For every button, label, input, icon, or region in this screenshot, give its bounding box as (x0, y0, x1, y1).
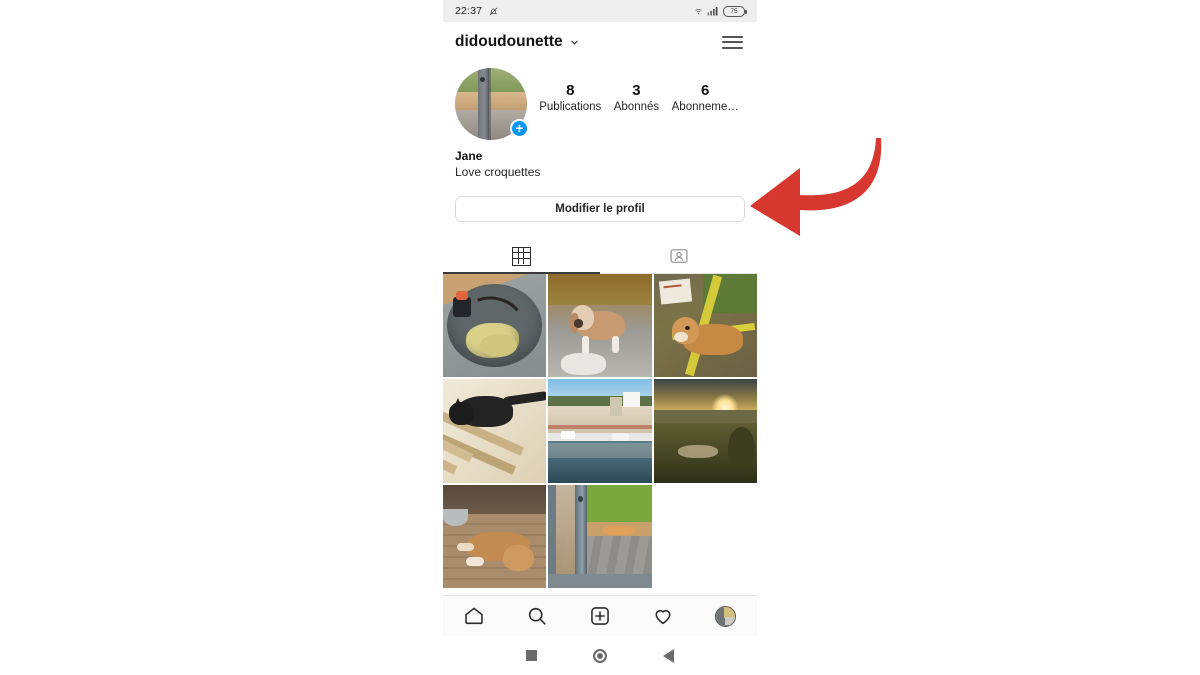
status-time: 22:37 (455, 5, 483, 17)
profile-summary: + 8 Publications 3 Abonnés 6 Abonneme… (443, 62, 757, 140)
edit-profile-button[interactable]: Modifier le profil (455, 196, 745, 222)
post-thumbnail (548, 274, 652, 378)
status-bar-right: 75 (694, 5, 747, 17)
burger-line (722, 35, 743, 38)
wifi-icon (695, 8, 702, 14)
chevron-down-icon (570, 40, 578, 44)
grid-icon (512, 246, 531, 266)
post-thumbnail (548, 379, 652, 483)
posts-grid (443, 274, 757, 589)
grid-post-2[interactable] (548, 274, 652, 378)
tab-tagged[interactable] (600, 239, 757, 273)
bell-muted-icon (489, 7, 498, 15)
hamburger-menu-icon[interactable] (720, 32, 745, 53)
post-thumbnail (653, 274, 757, 378)
search-icon[interactable] (517, 601, 557, 631)
stat-publications[interactable]: 8 Publications (539, 82, 601, 113)
display-name: Jane (455, 149, 483, 163)
tagged-person-icon (669, 249, 688, 263)
avatar[interactable]: + (455, 68, 529, 140)
stat-value: 8 (566, 82, 575, 99)
post-thumbnail (653, 379, 757, 483)
stat-value: 3 (632, 82, 641, 99)
grid-post-1[interactable] (443, 274, 547, 378)
profile-avatar-icon[interactable] (706, 601, 746, 631)
post-thumbnail (548, 484, 652, 589)
post-thumbnail (443, 484, 547, 589)
stat-label: Abonneme… (671, 101, 739, 113)
profile-stats: 8 Publications 3 Abonnés 6 Abonneme… (527, 68, 745, 113)
recents-button[interactable] (526, 650, 537, 661)
bottom-navigation (443, 595, 757, 636)
profile-header: didoudounette (443, 22, 757, 62)
stat-following[interactable]: 6 Abonneme… (672, 82, 739, 113)
status-bar: 22:37 75 (443, 0, 757, 22)
grid-post-3[interactable] (653, 274, 757, 378)
android-navigation-bar (443, 636, 757, 675)
home-icon[interactable] (454, 601, 494, 631)
grid-post-4[interactable] (443, 379, 547, 483)
burger-line (722, 41, 743, 43)
stat-value: 6 (701, 82, 710, 99)
profile-tabs (443, 239, 757, 274)
grid-post-7[interactable] (443, 484, 547, 589)
edit-profile-row: Modifier le profil (443, 180, 757, 222)
phone-screen: 22:37 75 didoudounette + 8 Publications … (443, 0, 757, 675)
add-post-icon[interactable] (580, 601, 620, 631)
grid-post-5[interactable] (548, 379, 652, 483)
back-button[interactable] (663, 648, 674, 663)
post-thumbnail (443, 379, 547, 483)
post-thumbnail (443, 274, 547, 378)
stat-label: Abonnés (613, 101, 660, 113)
profile-bio: Jane Love croquettes (443, 140, 757, 180)
stat-followers[interactable]: 3 Abonnés (614, 82, 659, 113)
bio-text: Love croquettes (455, 165, 541, 179)
status-bar-left: 22:37 (455, 5, 499, 17)
heart-icon[interactable] (643, 601, 683, 631)
stat-label: Publications (539, 101, 602, 113)
grid-empty-slot (653, 484, 757, 589)
home-button[interactable] (593, 648, 607, 663)
add-story-badge-icon[interactable]: + (510, 119, 529, 138)
battery-indicator: 75 (723, 5, 747, 17)
nav-avatar-image (715, 605, 737, 627)
red-arrow-annotation (750, 138, 882, 236)
username-switcher[interactable]: didoudounette (455, 33, 580, 51)
username-label: didoudounette (455, 33, 563, 50)
grid-post-6[interactable] (653, 379, 757, 483)
signal-icon (707, 7, 718, 16)
burger-line (722, 46, 743, 49)
grid-post-8[interactable] (548, 484, 652, 589)
screenshot-canvas: 22:37 75 didoudounette + 8 Publications … (0, 0, 1200, 675)
battery-level: 75 (730, 7, 738, 15)
tab-grid[interactable] (443, 239, 600, 273)
